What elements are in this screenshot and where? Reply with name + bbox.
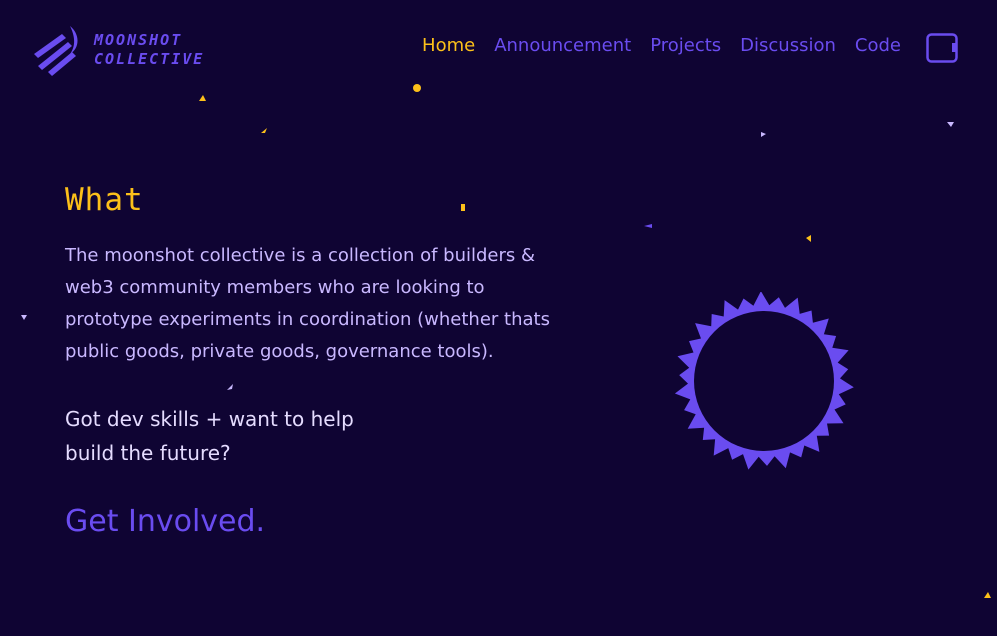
logo-line-1: MOONSHOT bbox=[94, 31, 183, 49]
section-title: What bbox=[65, 182, 144, 218]
site-header: MOONSHOT COLLECTIVE Home Announcement Pr… bbox=[0, 0, 997, 100]
sparkle-icon bbox=[947, 122, 954, 127]
section-description: The moonshot collective is a collection … bbox=[65, 245, 550, 362]
sparkle-icon bbox=[413, 84, 421, 92]
nav-home[interactable]: Home bbox=[422, 35, 475, 56]
moonshot-comet-icon bbox=[34, 26, 78, 76]
sparkle-icon bbox=[21, 315, 27, 320]
ring-hole bbox=[694, 311, 834, 451]
nav-code[interactable]: Code bbox=[855, 35, 901, 56]
logo-wordmark: MOONSHOT COLLECTIVE bbox=[94, 31, 204, 69]
sparkle-icon bbox=[644, 224, 652, 228]
sparkle-icon bbox=[761, 132, 766, 137]
sparkle-icon bbox=[261, 128, 267, 133]
nav-discussion[interactable]: Discussion bbox=[740, 35, 836, 56]
nav-announcement[interactable]: Announcement bbox=[494, 35, 631, 56]
main-nav: Home Announcement Projects Discussion Co… bbox=[422, 35, 901, 56]
logo-line-2: COLLECTIVE bbox=[94, 50, 205, 68]
logo-link[interactable]: MOONSHOT COLLECTIVE bbox=[30, 24, 204, 76]
sparkle-icon bbox=[806, 235, 811, 242]
cta-prompt: Got dev skills + want to help build the … bbox=[65, 407, 354, 465]
sparkle-icon bbox=[199, 95, 206, 101]
spiky-ring-icon bbox=[674, 292, 854, 470]
nav-projects[interactable]: Projects bbox=[650, 35, 721, 56]
wallet-icon[interactable] bbox=[926, 33, 958, 63]
main-content: What The moonshot collective is a collec… bbox=[65, 182, 585, 539]
sparkle-icon bbox=[984, 592, 991, 598]
get-involved-link[interactable]: Get Involved. bbox=[65, 504, 265, 539]
